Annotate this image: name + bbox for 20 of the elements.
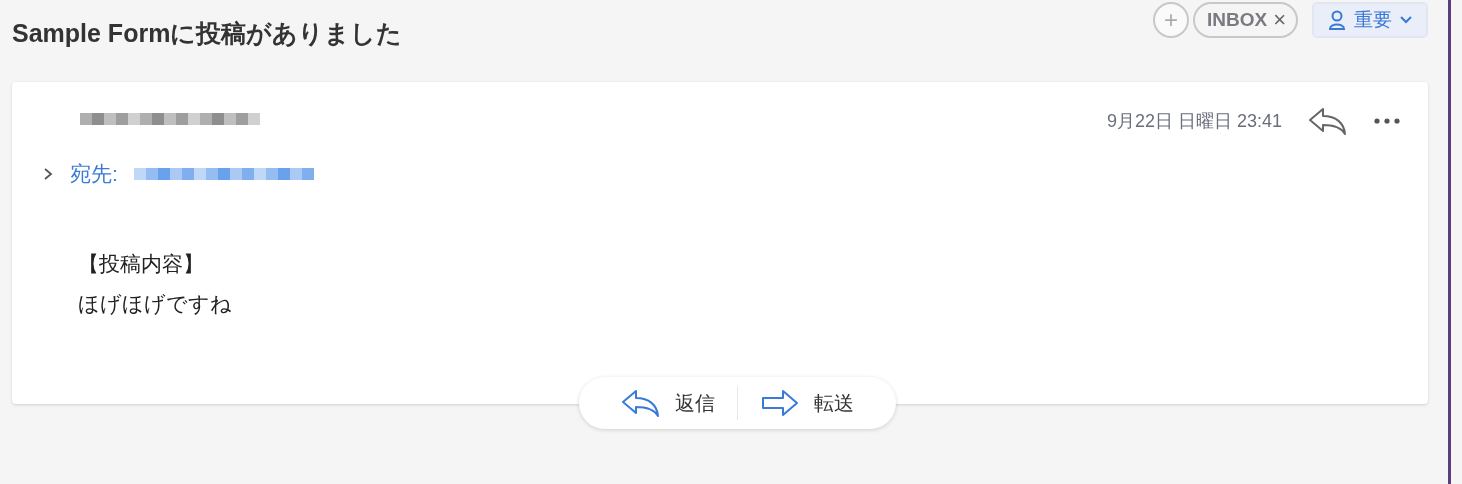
expand-recipients-button[interactable] [42, 168, 54, 180]
category-dropdown[interactable]: 重要 [1312, 2, 1428, 38]
reply-button[interactable] [1308, 106, 1348, 136]
label-name: INBOX [1206, 9, 1268, 31]
message-date: 9月22日 日曜日 23:41 [1106, 110, 1282, 133]
reply-icon [621, 388, 661, 418]
person-icon [1328, 10, 1346, 30]
more-button[interactable] [1374, 118, 1400, 124]
message-subject: Sample Formに投稿がありました [12, 18, 403, 49]
remove-label-button[interactable]: × [1273, 7, 1286, 33]
recipients-label: 宛先: [70, 161, 118, 187]
chevron-right-icon [42, 168, 54, 180]
reply-button[interactable]: 返信 [599, 388, 737, 418]
forward-button[interactable]: 転送 [738, 388, 876, 418]
forward-icon [760, 388, 800, 418]
body-text: 【投稿内容】 [78, 251, 205, 277]
reply-icon [1308, 106, 1348, 136]
chevron-down-icon [1400, 16, 1412, 24]
more-icon [1374, 118, 1400, 124]
body-text: ほげほげですね [78, 291, 233, 317]
